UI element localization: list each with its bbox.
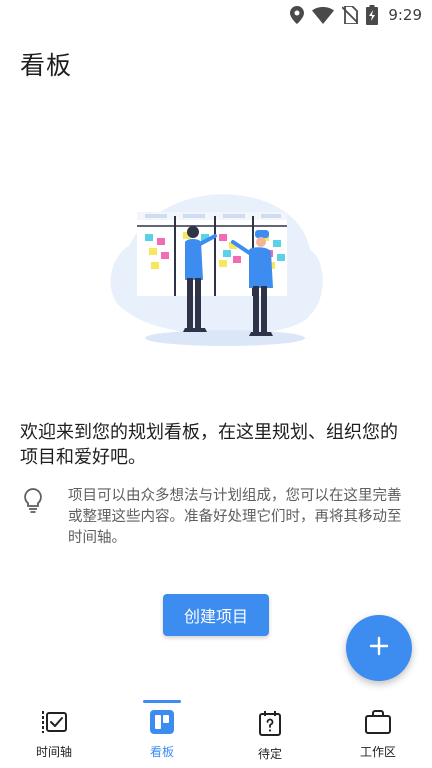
- nav-label-board: 看板: [149, 745, 174, 759]
- no-sim-icon: [342, 6, 359, 24]
- lightbulb-icon: [22, 487, 44, 517]
- page-title: 看板: [20, 51, 73, 80]
- create-project-button[interactable]: 创建项目: [163, 594, 269, 636]
- briefcase-icon: [365, 710, 391, 738]
- nav-label-workspace: 工作区: [359, 745, 396, 759]
- nav-label-timeline: 时间轴: [35, 745, 72, 759]
- board-icon: [150, 710, 174, 738]
- location-icon: [290, 6, 305, 24]
- active-tab-indicator: [143, 700, 181, 703]
- nav-item-workspace[interactable]: 工作区: [324, 700, 432, 768]
- add-fab-button[interactable]: [346, 615, 412, 681]
- status-time: 9:29: [388, 6, 422, 24]
- wifi-icon: [312, 6, 335, 24]
- timeline-icon: [40, 710, 68, 738]
- pending-icon: [258, 710, 282, 740]
- nav-item-pending[interactable]: 待定: [216, 700, 324, 768]
- welcome-text: 欢迎来到您的规划看板，在这里规划、组织您的项目和爱好吧。: [20, 422, 398, 468]
- tip-text: 项目可以由众多想法与计划组成，您可以在这里完善或整理这些内容。准备好处理它们时，…: [68, 488, 402, 546]
- nav-item-timeline[interactable]: 时间轴: [0, 700, 108, 768]
- bottom-nav: 时间轴 看板 待定 工作区: [0, 700, 432, 768]
- battery-charging-icon: [366, 5, 379, 25]
- board-illustration: [105, 190, 327, 350]
- nav-label-pending: 待定: [257, 747, 282, 761]
- plus-icon: [369, 636, 389, 660]
- nav-item-board[interactable]: 看板: [108, 700, 216, 768]
- status-bar: 9:29: [0, 0, 432, 30]
